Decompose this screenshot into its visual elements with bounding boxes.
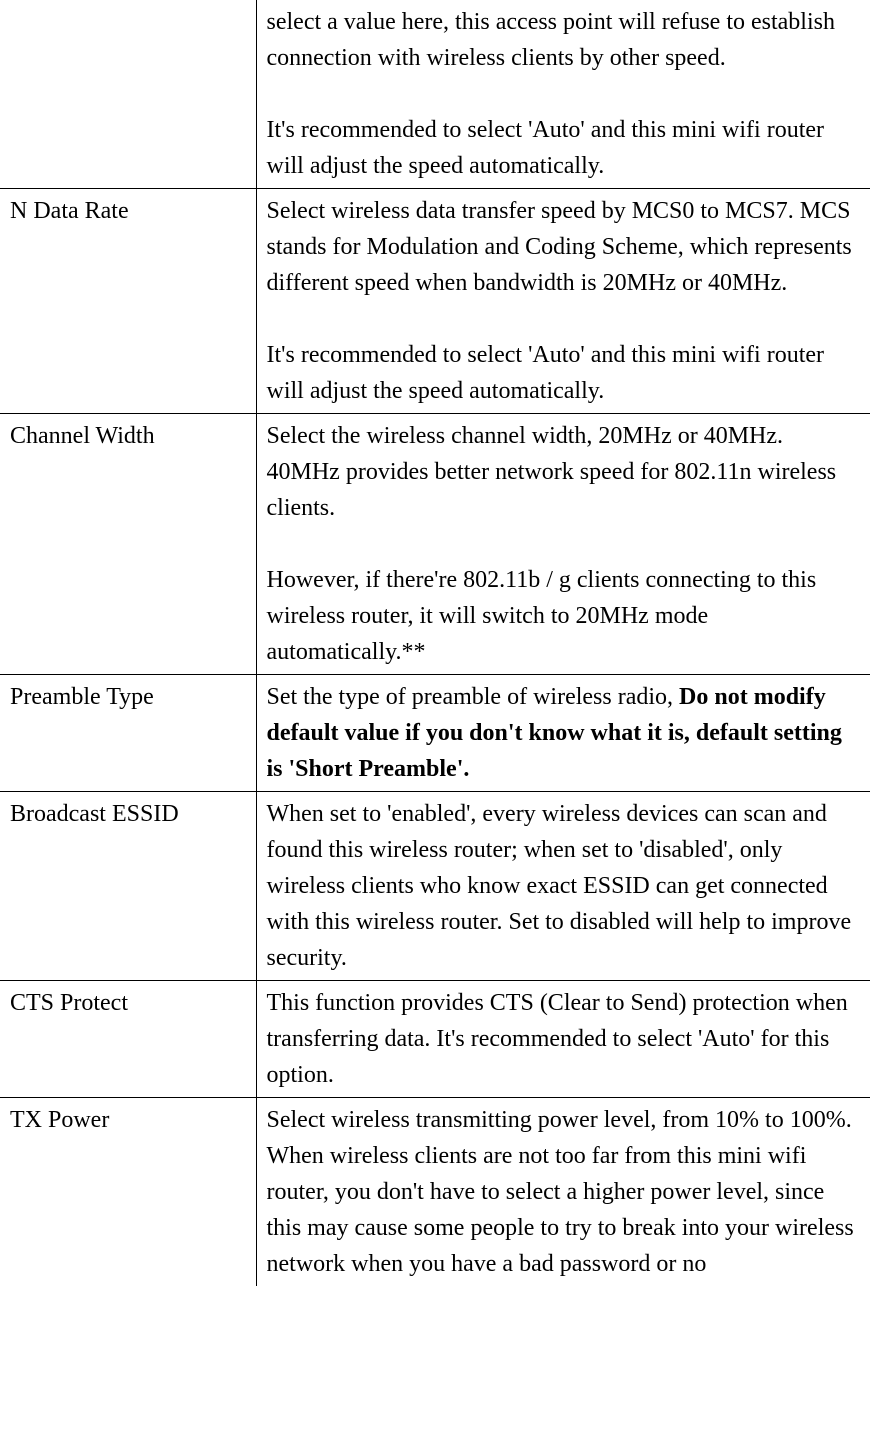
row-label: CTS Protect	[0, 981, 256, 1098]
desc-paragraph: Set the type of preamble of wireless rad…	[267, 679, 861, 787]
desc-paragraph: Select wireless transmitting power level…	[267, 1102, 861, 1282]
table-row: Preamble Type Set the type of preamble o…	[0, 675, 870, 792]
row-label	[0, 0, 256, 189]
desc-paragraph: This function provides CTS (Clear to Sen…	[267, 985, 861, 1093]
row-desc: Set the type of preamble of wireless rad…	[256, 675, 870, 792]
row-desc: Select wireless transmitting power level…	[256, 1098, 870, 1287]
row-desc: select a value here, this access point w…	[256, 0, 870, 189]
table-row: select a value here, this access point w…	[0, 0, 870, 189]
desc-paragraph: Select the wireless channel width, 20MHz…	[267, 418, 861, 526]
table-row: N Data Rate Select wireless data transfe…	[0, 189, 870, 414]
row-label: TX Power	[0, 1098, 256, 1287]
table-row: Broadcast ESSID When set to 'enabled', e…	[0, 792, 870, 981]
desc-paragraph: However, if there're 802.11b / g clients…	[267, 562, 861, 670]
row-desc: Select the wireless channel width, 20MHz…	[256, 414, 870, 675]
settings-table: select a value here, this access point w…	[0, 0, 870, 1286]
desc-paragraph: It's recommended to select 'Auto' and th…	[267, 112, 861, 184]
desc-paragraph: It's recommended to select 'Auto' and th…	[267, 337, 861, 409]
row-label: Channel Width	[0, 414, 256, 675]
row-label: Preamble Type	[0, 675, 256, 792]
table-row: TX Power Select wireless transmitting po…	[0, 1098, 870, 1287]
table-row: CTS Protect This function provides CTS (…	[0, 981, 870, 1098]
row-desc: Select wireless data transfer speed by M…	[256, 189, 870, 414]
row-desc: This function provides CTS (Clear to Sen…	[256, 981, 870, 1098]
table-row: Channel Width Select the wireless channe…	[0, 414, 870, 675]
row-label: N Data Rate	[0, 189, 256, 414]
desc-paragraph: select a value here, this access point w…	[267, 4, 861, 76]
desc-paragraph: Select wireless data transfer speed by M…	[267, 193, 861, 301]
desc-text: Set the type of preamble of wireless rad…	[267, 684, 680, 710]
row-label: Broadcast ESSID	[0, 792, 256, 981]
desc-paragraph: When set to 'enabled', every wireless de…	[267, 796, 861, 976]
row-desc: When set to 'enabled', every wireless de…	[256, 792, 870, 981]
